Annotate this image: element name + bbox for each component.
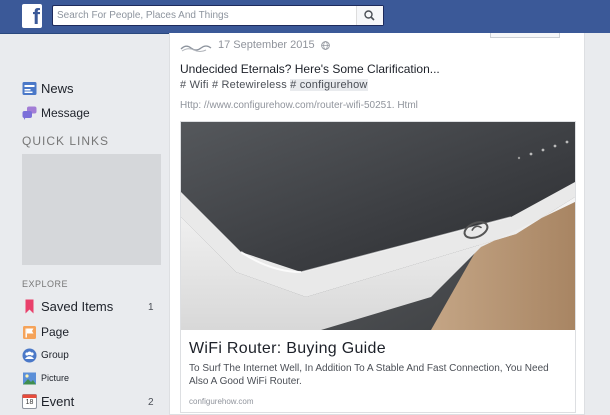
search-input[interactable] (57, 7, 357, 24)
sidebar-item-photos[interactable]: Picture (22, 368, 69, 388)
saved-items-count: 1 (148, 302, 154, 313)
sidebar-item-label: Message (41, 106, 90, 120)
sidebar-item-news[interactable]: News (22, 78, 74, 98)
search-icon (364, 10, 375, 21)
globe-icon (320, 40, 330, 50)
sidebar-item-pages[interactable]: Page (22, 322, 69, 342)
quick-links-heading: QUICK LINKS (22, 134, 110, 148)
router-photo[interactable] (181, 122, 575, 330)
post-url-link[interactable]: Http: //www.configurehow.com/router-wifi… (180, 100, 418, 111)
post-text: Undecided Eternals? Here's Some Clarific… (180, 62, 440, 76)
search-box (52, 5, 384, 26)
page-avatar-icon[interactable] (180, 40, 214, 52)
event-count: 2 (148, 397, 154, 408)
link-description: To Surf The Internet Well, In Addition T… (189, 363, 549, 387)
sidebar-item-label: Event (41, 393, 75, 409)
group-icon (22, 348, 37, 363)
link-preview-card[interactable]: WiFi Router: Buying Guide To Surf The In… (180, 121, 576, 413)
calendar-day-number: 18 (25, 398, 34, 406)
left-sidebar: News Message QUICK LINKS EXPLORE Saved I… (0, 33, 170, 415)
top-navigation-bar: f (0, 0, 610, 34)
sidebar-item-label: Page (41, 325, 70, 339)
link-domain: configurehow.com (189, 397, 254, 406)
feed-post-card: 17 September 2015 Undecided Eternals? He… (169, 33, 585, 415)
explore-heading: EXPLORE (22, 279, 69, 289)
hashtag-links[interactable]: # Wifi # Retewireless (180, 79, 290, 91)
message-icon (22, 106, 37, 121)
post-options-button[interactable] (490, 33, 560, 38)
sidebar-item-label: Group (41, 349, 69, 361)
flag-icon (22, 325, 37, 340)
quick-links-panel (22, 154, 161, 265)
post-header: 17 September 2015 (180, 37, 330, 53)
calendar-icon: 18 (22, 393, 37, 409)
bookmark-icon (22, 299, 37, 314)
right-column-background (585, 33, 610, 415)
search-button[interactable] (356, 6, 383, 25)
sidebar-item-events[interactable]: 18 Event (22, 391, 74, 411)
news-feed-icon (22, 81, 37, 96)
sidebar-item-messages[interactable]: Message (22, 103, 90, 123)
picture-icon (22, 371, 37, 386)
hashtag-configurehow[interactable]: # configurehow (290, 79, 368, 91)
sidebar-item-saved[interactable]: Saved Items (22, 296, 113, 316)
sidebar-item-label: Saved Items (41, 298, 114, 314)
post-timestamp[interactable]: 17 September 2015 (218, 39, 315, 51)
link-title[interactable]: WiFi Router: Buying Guide (189, 340, 386, 358)
post-hashtags: # Wifi # Retewireless # configurehow (180, 79, 368, 91)
facebook-logo-icon[interactable]: f (22, 4, 42, 29)
sidebar-item-label: Picture (41, 373, 70, 383)
sidebar-item-groups[interactable]: Group (22, 345, 69, 365)
sidebar-item-label: News (41, 80, 74, 96)
